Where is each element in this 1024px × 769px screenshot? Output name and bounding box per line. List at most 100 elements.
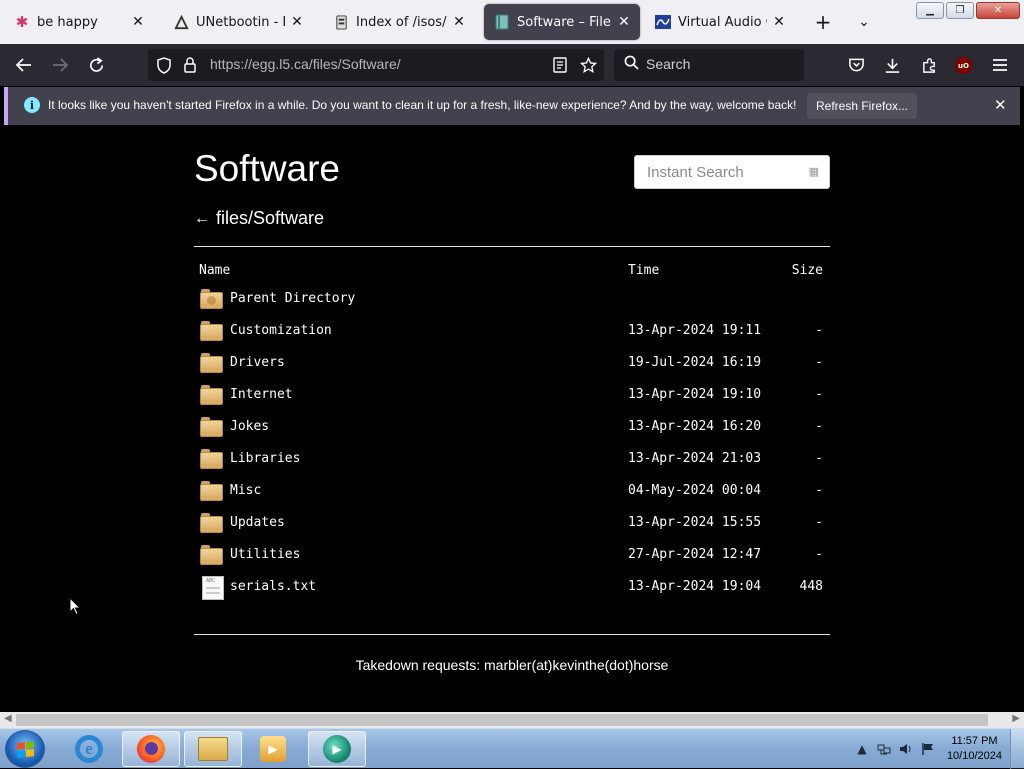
- file-name[interactable]: Drivers: [230, 355, 285, 370]
- column-header-size[interactable]: Size: [792, 263, 823, 278]
- bookmark-star-icon[interactable]: [578, 55, 598, 75]
- tab-software-active[interactable]: Software – File Directory ✕: [484, 4, 640, 40]
- window-controls: ▁ ❐ ✕: [916, 2, 1020, 19]
- clock-time: 11:57 PM: [951, 735, 998, 747]
- taskbar-internet-explorer[interactable]: e: [60, 731, 118, 767]
- start-button[interactable]: [5, 730, 45, 768]
- column-header-name[interactable]: Name: [199, 263, 230, 278]
- taskbar-file-explorer[interactable]: [184, 731, 242, 767]
- show-hidden-icons-icon[interactable]: ▲: [854, 741, 870, 757]
- close-icon[interactable]: ✕: [289, 14, 305, 30]
- window-close-button[interactable]: ✕: [976, 2, 1020, 19]
- shield-icon[interactable]: [154, 55, 174, 75]
- folder-icon: [200, 512, 223, 534]
- list-item[interactable]: Updates 13-Apr-2024 15:55 -: [194, 508, 830, 540]
- file-name[interactable]: Libraries: [230, 451, 300, 466]
- tab-virtual-audio-cable[interactable]: Virtual Audio Cable ✕: [645, 4, 795, 40]
- refresh-firefox-button[interactable]: Refresh Firefox...: [807, 93, 917, 119]
- ublock-origin-icon[interactable]: uO: [955, 57, 972, 74]
- taskbar-media-player[interactable]: ▶: [244, 731, 302, 767]
- list-all-tabs-button[interactable]: ⌄: [852, 10, 876, 34]
- tab-be-happy[interactable]: ✱ be happy ✕: [4, 4, 154, 40]
- forward-button[interactable]: [48, 53, 72, 77]
- file-size: -: [815, 547, 823, 562]
- tab-title: be happy: [37, 14, 98, 30]
- close-icon[interactable]: ✕: [130, 14, 146, 30]
- file-name[interactable]: serials.txt: [230, 579, 316, 594]
- show-desktop-button[interactable]: [1010, 729, 1024, 769]
- file-size: -: [815, 387, 823, 402]
- column-header-time[interactable]: Time: [628, 263, 659, 278]
- text-file-icon: ABC: [200, 576, 224, 600]
- parent-folder-icon: [200, 288, 223, 310]
- new-tab-button[interactable]: +: [811, 10, 835, 34]
- lock-icon[interactable]: [180, 55, 200, 75]
- folder-icon: [200, 480, 223, 502]
- list-item[interactable]: Drivers 19-Jul-2024 16:19 -: [194, 348, 830, 380]
- downloads-button[interactable]: [880, 53, 904, 77]
- list-item[interactable]: ABC serials.txt 13-Apr-2024 19:04 448: [194, 572, 830, 604]
- internet-explorer-icon: e: [75, 735, 103, 763]
- reload-button[interactable]: [84, 53, 108, 77]
- page-title: Software: [194, 148, 341, 189]
- file-name[interactable]: Customization: [230, 323, 332, 338]
- scroll-left-icon[interactable]: ◀: [4, 713, 12, 724]
- back-arrow-icon: ←: [194, 209, 210, 227]
- folder-icon: [200, 320, 223, 342]
- instant-search-box[interactable]: ▦: [634, 155, 830, 189]
- taskbar-app[interactable]: ▶: [308, 731, 366, 767]
- restore-button[interactable]: ❐: [946, 2, 974, 19]
- list-item[interactable]: Internet 13-Apr-2024 19:10 -: [194, 380, 830, 412]
- reader-view-icon[interactable]: [550, 55, 570, 75]
- file-size: -: [815, 323, 823, 338]
- list-item[interactable]: Jokes 13-Apr-2024 16:20 -: [194, 412, 830, 444]
- file-name[interactable]: Jokes: [230, 419, 269, 434]
- unetbootin-icon: [173, 14, 189, 30]
- action-center-flag-icon[interactable]: [920, 741, 936, 757]
- breadcrumb-path: files/Software: [216, 208, 325, 228]
- file-name[interactable]: Internet: [230, 387, 293, 402]
- search-bar[interactable]: Search: [614, 49, 804, 81]
- puzzle-icon: [922, 57, 935, 73]
- minimize-button[interactable]: ▁: [916, 2, 944, 19]
- vac-icon: [655, 14, 671, 30]
- list-item[interactable]: Customization 13-Apr-2024 19:11 -: [194, 316, 830, 348]
- file-size: -: [815, 419, 823, 434]
- file-name[interactable]: Updates: [230, 515, 285, 530]
- pocket-button[interactable]: [844, 53, 868, 77]
- horizontal-scrollbar[interactable]: ◀ ▶: [0, 712, 1024, 728]
- close-icon[interactable]: ✕: [771, 14, 787, 30]
- close-icon[interactable]: ✕: [451, 14, 467, 30]
- tab-unetbootin[interactable]: UNetbootin - Home ✕: [163, 4, 313, 40]
- breadcrumb[interactable]: ← files/Software: [194, 208, 324, 229]
- scrollbar-thumb[interactable]: [16, 714, 988, 726]
- taskbar-firefox[interactable]: [122, 731, 180, 767]
- menu-button[interactable]: [988, 53, 1012, 77]
- search-placeholder: Search: [646, 56, 691, 72]
- list-item[interactable]: Utilities 27-Apr-2024 12:47 -: [194, 540, 830, 572]
- clock[interactable]: 11:57 PM 10/10/2024: [947, 734, 1002, 764]
- instant-search-input[interactable]: [647, 164, 797, 181]
- server-icon: [333, 14, 349, 30]
- extensions-button[interactable]: [917, 53, 941, 77]
- back-button[interactable]: [12, 53, 36, 77]
- file-name[interactable]: Misc: [230, 483, 261, 498]
- file-name[interactable]: Utilities: [230, 547, 300, 562]
- tab-title: UNetbootin - Home: [196, 14, 285, 30]
- url-bar[interactable]: https://egg.l5.ca/files/Software/: [148, 49, 604, 81]
- network-icon[interactable]: [876, 741, 892, 757]
- close-icon[interactable]: ✕: [994, 96, 1007, 114]
- volume-icon[interactable]: [898, 741, 914, 757]
- list-item-parent-directory[interactable]: Parent Directory: [194, 284, 830, 316]
- scroll-right-icon[interactable]: ▶: [1012, 713, 1020, 724]
- file-name[interactable]: Parent Directory: [230, 291, 355, 306]
- list-item[interactable]: Misc 04-May-2024 00:04 -: [194, 476, 830, 508]
- forward-arrow-icon: [53, 58, 69, 72]
- file-size: 448: [799, 579, 823, 594]
- tab-index-isos[interactable]: Index of /isos/ ✕: [323, 4, 475, 40]
- search-icon: [624, 55, 639, 74]
- close-icon[interactable]: ✕: [616, 14, 632, 30]
- list-item[interactable]: Libraries 13-Apr-2024 21:03 -: [194, 444, 830, 476]
- navigation-toolbar: https://egg.l5.ca/files/Software/ Search…: [0, 44, 1024, 86]
- file-listing: Name Time Size Parent Directory Customiz…: [194, 256, 830, 604]
